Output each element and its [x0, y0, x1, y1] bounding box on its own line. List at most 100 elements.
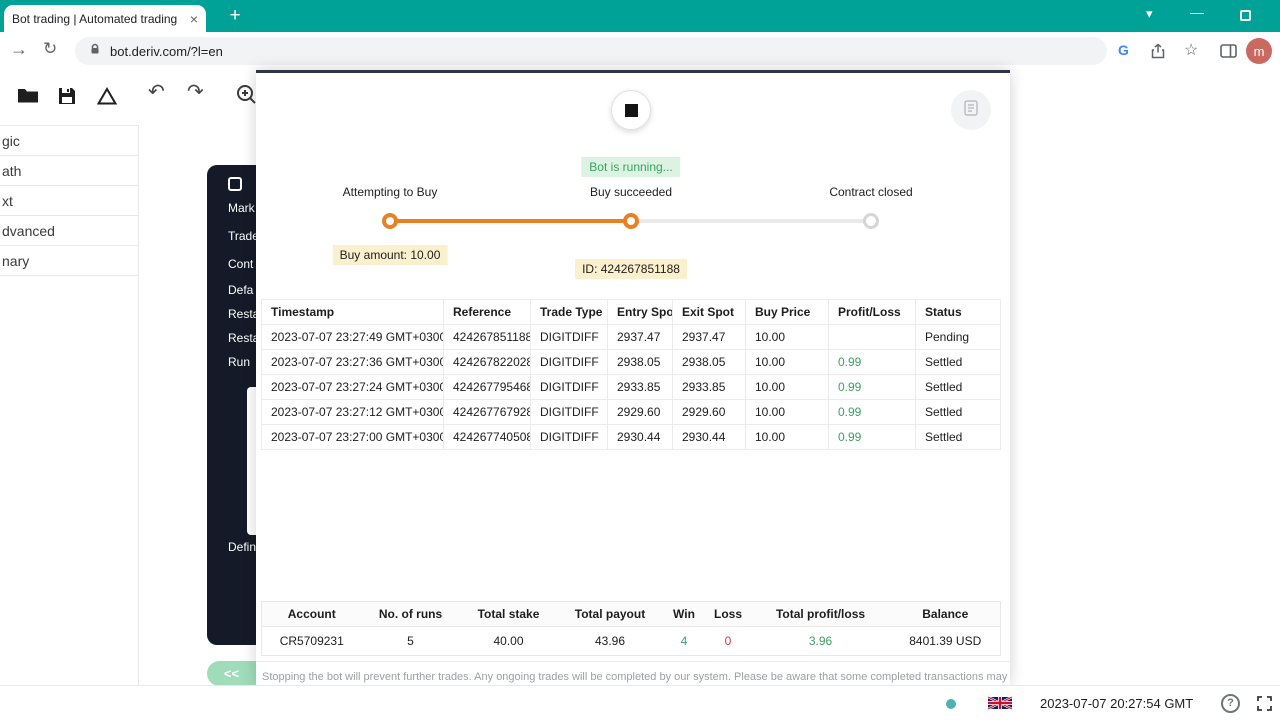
step-dot-closed — [863, 213, 879, 229]
table-cell: 0.99 — [828, 424, 916, 450]
quick-panel-item[interactable]: Cont — [228, 257, 253, 271]
journal-icon — [963, 99, 979, 121]
reload-icon[interactable]: ↻ — [43, 39, 57, 59]
table-cell: Settled — [915, 374, 1001, 400]
table-cell: DIGITDIFF — [530, 324, 608, 350]
transactions-table-body: 2023-07-07 23:27:49 GMT+0300 424267851188… — [261, 324, 1001, 450]
summary-value: 8401.39 USD — [909, 634, 982, 648]
summary-header: Total payout — [557, 601, 663, 627]
summary-values-row: CR5709231 5 40.00 43.96 4 0 3.96 8401.39 USD — [262, 627, 1001, 656]
summary-value: 0 — [724, 634, 732, 648]
table-cell: 0.99 — [828, 374, 916, 400]
summary-header-row: Account No. of runs Total stake Total payou… — [261, 601, 1001, 627]
connection-status-dot — [946, 699, 956, 709]
close-tab-icon[interactable]: × — [190, 11, 198, 27]
toolbox-category[interactable]: xt — [0, 186, 138, 216]
uk-flag-icon[interactable] — [988, 696, 1012, 710]
undo-icon[interactable]: ↶ — [148, 79, 165, 104]
toolbox-category[interactable]: nary — [0, 246, 138, 276]
table-cell: Settled — [915, 349, 1001, 375]
table-cell: 424267740508 — [443, 424, 531, 450]
summary-header: No. of runs — [361, 601, 460, 627]
toolbox-category[interactable]: gic — [0, 126, 138, 156]
table-cell: 424267822028 — [443, 349, 531, 375]
toolbox-category[interactable]: dvanced — [0, 216, 138, 246]
quick-strategy-panel: Mark Trade Cont Defa Resta Resta Run Def… — [207, 165, 259, 645]
table-row[interactable]: 2023-07-07 23:27:12 GMT+0300 424267767928… — [261, 399, 1001, 425]
redo-icon[interactable]: ↷ — [187, 79, 204, 104]
quick-panel-item[interactable]: Run — [228, 355, 250, 369]
help-icon[interactable]: ? — [1221, 694, 1240, 713]
share-icon[interactable] — [1150, 43, 1166, 64]
column-header: Trade Type — [530, 299, 608, 325]
stop-bot-button[interactable] — [611, 90, 651, 130]
blocks-toolbox: gic ath xt dvanced nary — [0, 125, 139, 685]
restore-window-icon[interactable] — [1240, 10, 1251, 21]
google-icon[interactable]: G — [1118, 42, 1129, 58]
table-row[interactable]: 2023-07-07 23:27:36 GMT+0300 424267822028… — [261, 349, 1001, 375]
summary-header: Total stake — [459, 601, 558, 627]
journal-button[interactable] — [951, 90, 991, 130]
table-cell: 2933.85 — [607, 374, 673, 400]
column-header: Entry Spot — [607, 299, 673, 325]
status-bar: 2023-07-07 20:27:54 GMT ? — [0, 685, 1280, 720]
table-row[interactable]: 2023-07-07 23:27:00 GMT+0300 424267740508… — [261, 424, 1001, 450]
toolbox-category[interactable]: ath — [0, 156, 138, 186]
profile-avatar[interactable]: m — [1246, 38, 1272, 64]
step-dot-attempting — [382, 213, 398, 229]
quick-panel-item[interactable]: Resta — [228, 331, 259, 345]
table-cell: 10.00 — [745, 424, 829, 450]
collapse-panel-button[interactable]: << — [207, 661, 256, 686]
table-cell: 2023-07-07 23:27:12 GMT+0300 — [261, 399, 444, 425]
bot-builder-toolbar: ↶ ↷ — [0, 70, 256, 126]
side-panel-icon[interactable] — [1220, 44, 1237, 63]
table-cell: DIGITDIFF — [530, 374, 608, 400]
table-row[interactable]: 2023-07-07 23:27:24 GMT+0300 424267795468… — [261, 374, 1001, 400]
table-cell: 2023-07-07 23:27:00 GMT+0300 — [261, 424, 444, 450]
quick-panel-item[interactable]: Defa — [228, 283, 253, 297]
strategy-icon — [228, 177, 242, 191]
bookmark-star-icon[interactable]: ☆ — [1184, 40, 1198, 60]
tab-search-chevron-icon[interactable]: ▾ — [1146, 6, 1153, 22]
address-bar[interactable]: bot.deriv.com/?l=en — [75, 37, 1107, 65]
table-cell — [828, 324, 916, 350]
browser-address-bar-row: → ↻ bot.deriv.com/?l=en G ☆ m — [0, 32, 1280, 70]
table-cell: 2023-07-07 23:27:36 GMT+0300 — [261, 349, 444, 375]
quick-panel-item[interactable]: Mark — [228, 201, 255, 215]
summary-value: 4 — [680, 634, 688, 648]
quick-panel-item[interactable]: Trade — [228, 229, 259, 243]
browser-tab-strip: Bot trading | Automated trading × + ▾ — — [0, 0, 1280, 32]
table-cell: 2938.05 — [672, 349, 746, 375]
step-label-succeeded: Buy succeeded — [589, 185, 673, 199]
google-drive-icon[interactable] — [96, 87, 118, 110]
lock-icon — [89, 42, 101, 60]
summary-table: Account No. of runs Total stake Total payou… — [261, 601, 1001, 656]
table-cell: 2937.47 — [672, 324, 746, 350]
transactions-header-row: Timestamp Reference Trade Type Entry Spot Ex… — [261, 299, 1001, 325]
fullscreen-icon[interactable] — [1256, 695, 1273, 717]
table-cell: 424267767928 — [443, 399, 531, 425]
table-cell: Pending — [915, 324, 1001, 350]
summary-value: 43.96 — [594, 634, 626, 648]
summary-value: 40.00 — [493, 634, 524, 648]
column-header: Buy Price — [745, 299, 829, 325]
save-icon[interactable] — [58, 87, 76, 110]
browser-tab[interactable]: Bot trading | Automated trading × — [4, 5, 206, 32]
zoom-in-icon[interactable] — [236, 84, 258, 111]
run-panel: Bot is running... Attempting to Buy Buy … — [256, 70, 1010, 685]
forward-icon[interactable]: → — [10, 39, 28, 60]
open-file-folder-icon[interactable] — [17, 86, 39, 109]
table-cell: 0.99 — [828, 399, 916, 425]
minimize-window-icon[interactable]: — — [1190, 4, 1204, 20]
new-tab-button[interactable]: + — [222, 3, 248, 29]
transactions-table: Timestamp Reference Trade Type Entry Spot Ex… — [261, 299, 1001, 450]
table-cell: 10.00 — [745, 399, 829, 425]
table-cell: 0.99 — [828, 349, 916, 375]
summary-header: Account — [261, 601, 362, 627]
summary-header: Total profit/loss — [750, 601, 891, 627]
table-row[interactable]: 2023-07-07 23:27:49 GMT+0300 424267851188… — [261, 324, 1001, 350]
table-cell: 2930.44 — [672, 424, 746, 450]
quick-panel-input[interactable] — [247, 387, 256, 535]
quick-panel-item[interactable]: Defin — [228, 540, 256, 554]
quick-panel-item[interactable]: Resta — [228, 307, 259, 321]
